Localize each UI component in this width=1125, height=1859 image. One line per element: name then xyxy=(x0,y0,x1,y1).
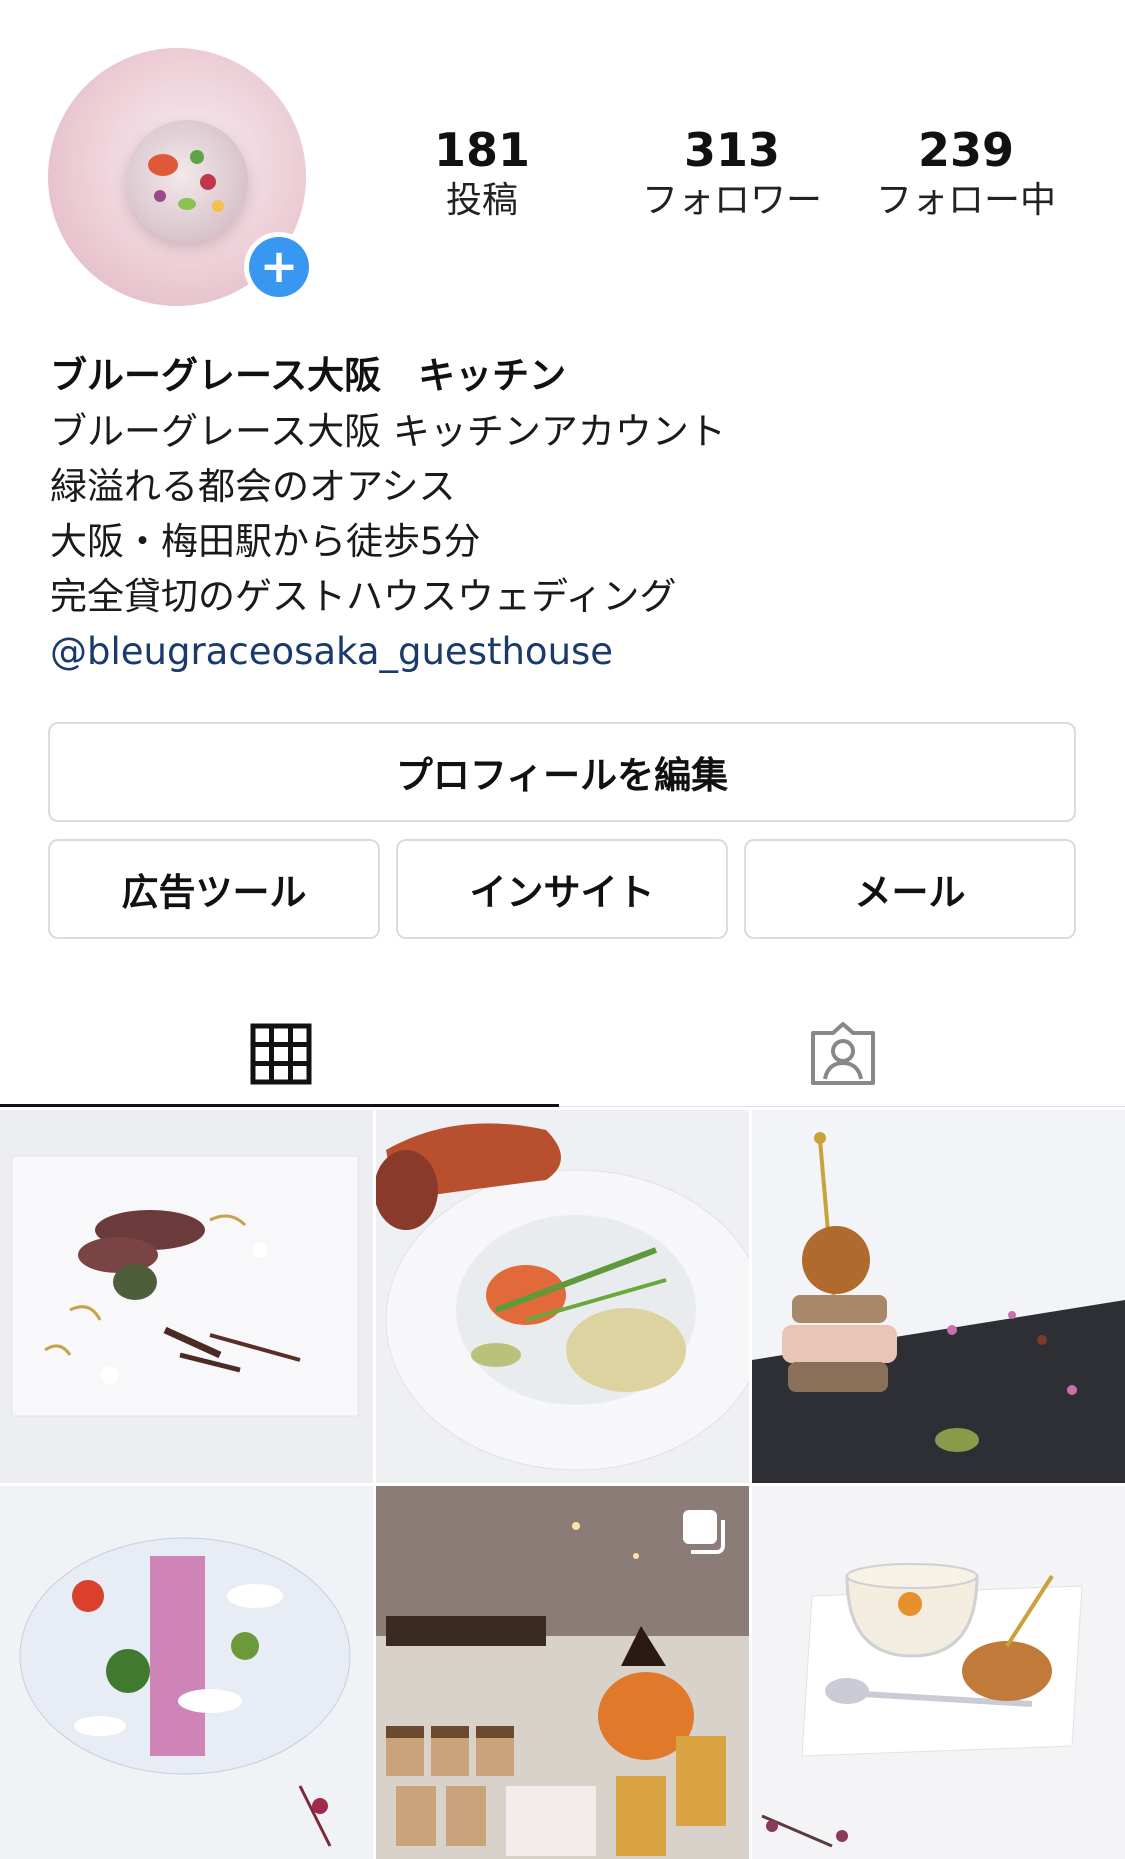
edit-profile-button[interactable]: プロフィールを編集 xyxy=(48,722,1076,822)
profile-stats: 181 投稿 313 フォロワー 239 フォロー中 xyxy=(430,122,1090,224)
bio-line: 緑溢れる都会のオアシス xyxy=(50,465,456,508)
post-thumbnail[interactable] xyxy=(0,1486,373,1859)
following-count-number: 239 xyxy=(917,123,1015,177)
post-thumbnail[interactable] xyxy=(376,1486,749,1859)
bio-line: 大阪・梅田駅から徒歩5分 xyxy=(50,520,481,563)
posts-count[interactable]: 181 投稿 xyxy=(430,122,534,224)
following-count-label: フォロー中 xyxy=(875,180,1056,221)
followers-count-label: フォロワー xyxy=(641,180,822,221)
post-thumbnail[interactable] xyxy=(752,1110,1125,1483)
posts-count-label: 投稿 xyxy=(445,180,518,221)
posts-count-number: 181 xyxy=(433,123,531,177)
insights-button[interactable]: インサイト xyxy=(396,839,728,939)
tagged-person-icon xyxy=(811,1022,875,1085)
post-image xyxy=(0,1110,373,1483)
post-image xyxy=(752,1486,1125,1859)
tab-tagged[interactable] xyxy=(562,1000,1124,1108)
plus-icon: + xyxy=(249,237,309,297)
email-button[interactable]: メール xyxy=(744,839,1076,939)
grid-icon xyxy=(250,1023,312,1085)
profile-bio: ブルーグレース大阪 キッチン ブルーグレース大阪 キッチンアカウント 緑溢れる都… xyxy=(50,348,1080,679)
profile-name: ブルーグレース大阪 キッチン xyxy=(50,354,567,397)
multiple-photos-icon xyxy=(683,1510,725,1554)
ad-tools-button[interactable]: 広告ツール xyxy=(48,839,380,939)
post-image xyxy=(376,1110,749,1483)
post-image xyxy=(0,1486,373,1859)
bio-line: 完全貸切のゲストハウスウェディング xyxy=(50,575,677,618)
active-tab-indicator xyxy=(0,1104,559,1107)
followers-count[interactable]: 313 フォロワー xyxy=(622,122,842,224)
following-count[interactable]: 239 フォロー中 xyxy=(856,122,1076,224)
profile-avatar-wrap[interactable]: + xyxy=(48,48,314,308)
post-thumbnail[interactable] xyxy=(0,1110,373,1483)
tab-grid[interactable] xyxy=(0,1000,562,1108)
followers-count-number: 313 xyxy=(683,123,781,177)
post-thumbnail[interactable] xyxy=(376,1110,749,1483)
bio-line: ブルーグレース大阪 キッチンアカウント xyxy=(50,410,726,453)
add-story-button[interactable]: + xyxy=(244,232,314,302)
bio-mention-link[interactable]: @bleugraceosaka_guesthouse xyxy=(50,624,1080,679)
avatar-dish xyxy=(126,120,248,242)
post-image xyxy=(752,1110,1125,1483)
post-thumbnail[interactable] xyxy=(752,1486,1125,1859)
